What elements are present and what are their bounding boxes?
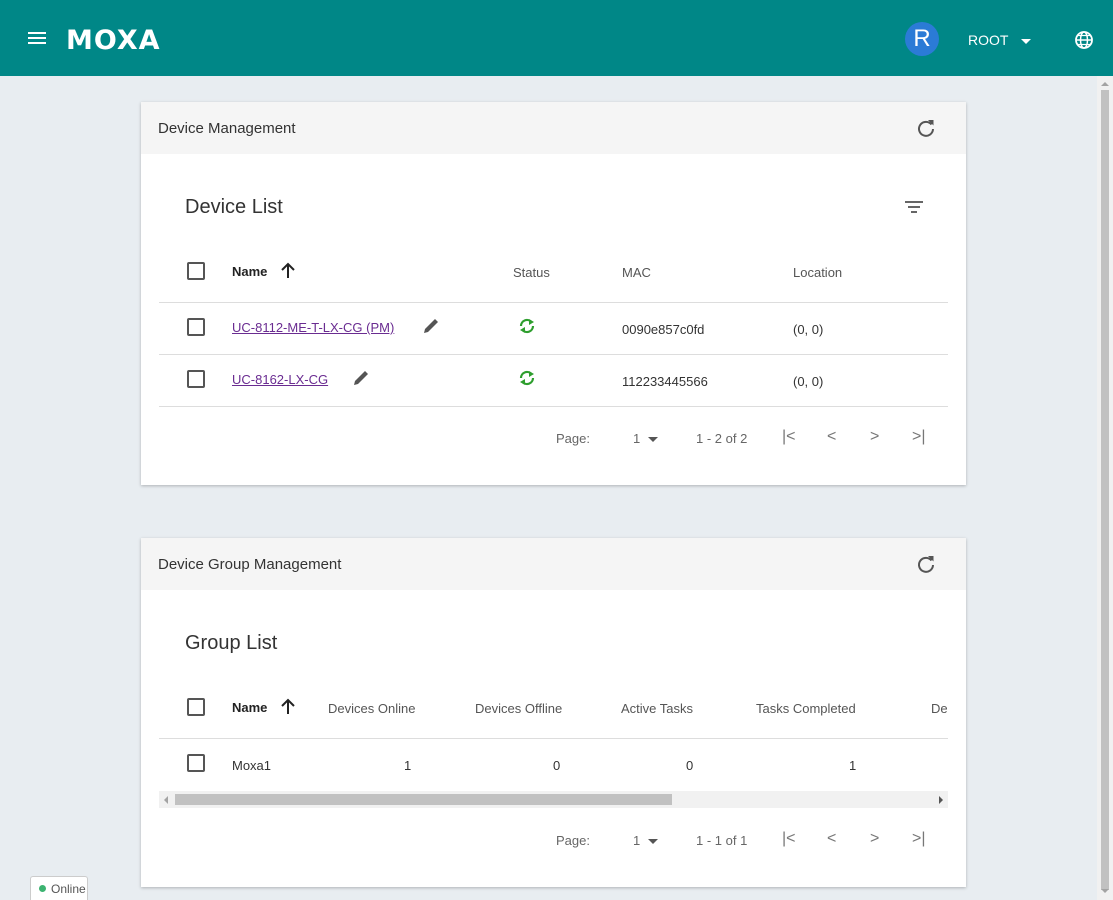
last-page-icon[interactable]: >|: [912, 428, 926, 446]
divider: [159, 738, 948, 739]
refresh-icon[interactable]: [916, 554, 936, 574]
location-cell: (0, 0): [793, 322, 824, 337]
divider: [159, 302, 948, 303]
mac-cell: 0090e857c0fd: [622, 322, 705, 337]
device-group-management-card: Device Group Management Group List Name …: [141, 538, 966, 887]
list-title: Group List: [185, 632, 278, 654]
pencil-icon[interactable]: [422, 317, 440, 335]
device-name-link[interactable]: UC-8162-LX-CG: [232, 372, 328, 387]
refresh-icon[interactable]: [916, 118, 936, 138]
next-page-icon[interactable]: >: [870, 830, 879, 848]
column-header-description[interactable]: Desc: [931, 701, 948, 716]
filter-icon[interactable]: [904, 201, 924, 215]
page-number: 1: [633, 431, 641, 446]
active-tasks-cell: 0: [686, 758, 694, 773]
vertical-scrollbar[interactable]: [1097, 76, 1113, 900]
scrollbar-thumb[interactable]: [1101, 90, 1109, 890]
sync-icon: [519, 370, 535, 386]
scrollbar-thumb[interactable]: [175, 794, 672, 805]
divider: [159, 406, 948, 407]
card-title: Device Group Management: [158, 555, 342, 573]
scroll-down-icon[interactable]: [1101, 889, 1109, 893]
caret-down-icon: [648, 839, 659, 845]
pager-range: 1 - 1 of 1: [696, 833, 748, 848]
prev-page-icon[interactable]: <: [827, 428, 836, 446]
chevron-down-icon[interactable]: [1021, 39, 1031, 44]
column-header-tasks-completed[interactable]: Tasks Completed: [756, 701, 856, 716]
moxa-logo: MOXA: [66, 25, 161, 56]
page-select[interactable]: 1: [633, 431, 659, 446]
row-checkbox[interactable]: [187, 370, 205, 388]
column-header-active-tasks[interactable]: Active Tasks: [621, 701, 693, 716]
location-cell: (0, 0): [793, 374, 824, 389]
devices-offline-cell: 0: [553, 758, 561, 773]
first-page-icon[interactable]: |<: [782, 428, 796, 446]
page-select[interactable]: 1: [633, 833, 659, 848]
card-title: Device Management: [158, 119, 296, 137]
scroll-left-icon[interactable]: [164, 796, 168, 804]
scroll-up-icon[interactable]: [1101, 82, 1109, 86]
column-header-status[interactable]: Status: [513, 265, 550, 280]
column-header-devices-offline[interactable]: Devices Offline: [475, 701, 562, 716]
group-name-cell: Moxa1: [232, 758, 272, 773]
column-header-mac[interactable]: MAC: [622, 265, 651, 280]
column-header-location[interactable]: Location: [793, 265, 842, 280]
column-header-name[interactable]: Name: [232, 700, 267, 715]
mac-cell: 112233445566: [622, 374, 708, 389]
pager-label: Page:: [556, 833, 590, 848]
pencil-icon[interactable]: [352, 369, 370, 387]
avatar[interactable]: R: [905, 22, 939, 56]
devices-online-cell: 1: [404, 758, 412, 773]
arrow-up-icon[interactable]: [281, 262, 295, 278]
next-page-icon[interactable]: >: [870, 428, 879, 446]
user-menu[interactable]: ROOT: [968, 32, 1008, 48]
sync-icon: [519, 318, 535, 334]
device-name-link[interactable]: UC-8112-ME-T-LX-CG (PM): [232, 320, 394, 335]
last-page-icon[interactable]: >|: [912, 830, 926, 848]
hamburger-menu-icon[interactable]: [28, 29, 48, 47]
caret-down-icon: [648, 437, 659, 443]
prev-page-icon[interactable]: <: [827, 830, 836, 848]
globe-icon[interactable]: [1074, 30, 1094, 50]
card-header: Device Management: [141, 102, 966, 154]
row-checkbox[interactable]: [187, 318, 205, 336]
page-number: 1: [633, 833, 641, 848]
select-all-checkbox[interactable]: [187, 262, 205, 280]
select-all-checkbox[interactable]: [187, 698, 205, 716]
pager-label: Page:: [556, 431, 590, 446]
tasks-completed-cell: 1: [849, 758, 857, 773]
card-header: Device Group Management: [141, 538, 966, 590]
status-text: Online: [51, 881, 86, 896]
divider: [159, 354, 948, 355]
arrow-up-icon[interactable]: [281, 698, 295, 714]
status-badge: Online: [30, 876, 88, 900]
online-dot-icon: [39, 885, 46, 892]
top-bar: MOXA R ROOT: [0, 0, 1113, 76]
pager-range: 1 - 2 of 2: [696, 431, 748, 446]
column-header-name[interactable]: Name: [232, 264, 267, 279]
column-header-devices-online[interactable]: Devices Online: [328, 701, 415, 716]
list-title: Device List: [185, 196, 283, 218]
row-checkbox[interactable]: [187, 754, 205, 772]
horizontal-scrollbar[interactable]: [159, 791, 948, 808]
scroll-right-icon[interactable]: [939, 796, 943, 804]
device-management-card: Device Management Device List Name Statu…: [141, 102, 966, 485]
first-page-icon[interactable]: |<: [782, 830, 796, 848]
